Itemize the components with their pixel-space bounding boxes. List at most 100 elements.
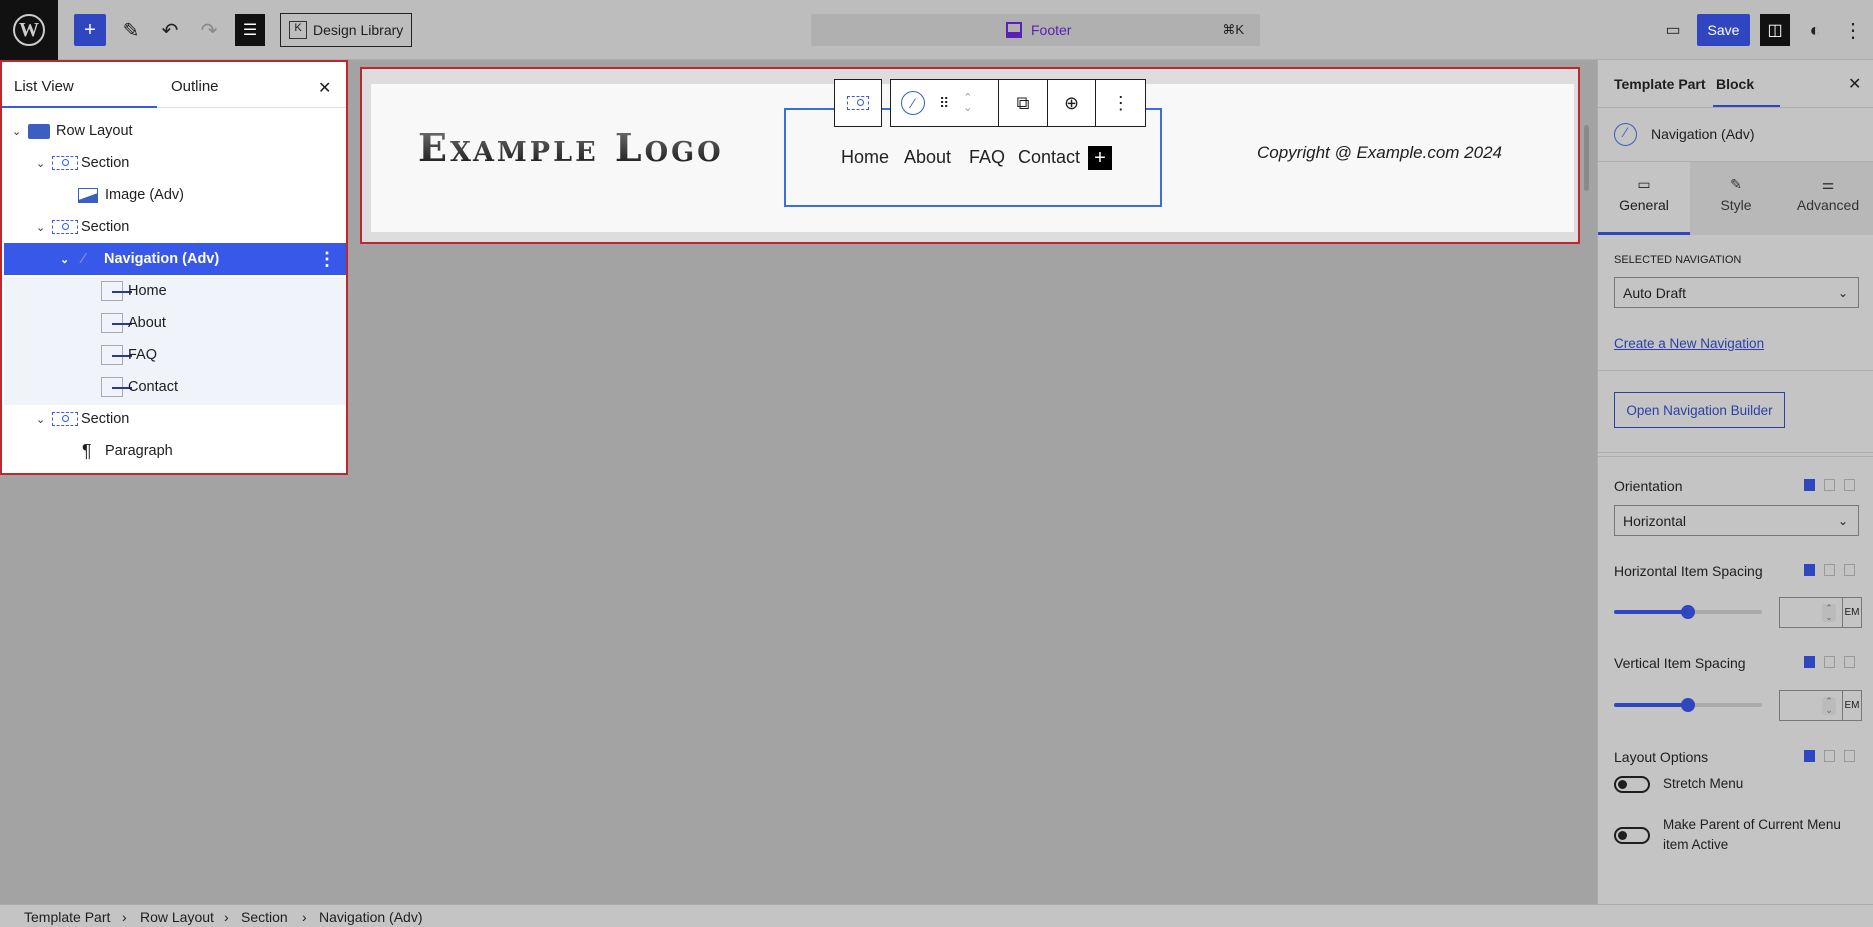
- command-bar[interactable]: Footer ⌘K: [811, 14, 1260, 46]
- tablet-icon[interactable]: [1824, 564, 1835, 576]
- tablet-icon[interactable]: [1824, 750, 1835, 762]
- list-item-section[interactable]: ⌄ Section: [4, 403, 346, 435]
- tablet-icon[interactable]: [1824, 479, 1835, 491]
- chevron-down-icon: ⌄: [1837, 513, 1848, 528]
- orientation-label: Orientation: [1614, 478, 1683, 494]
- undo-icon[interactable]: ↶: [157, 14, 183, 46]
- more-options-button[interactable]: ⋮: [1096, 80, 1145, 126]
- make-parent-label: Make Parent of Current Menu: [1663, 817, 1841, 832]
- list-item-section[interactable]: ⌄ Section: [4, 147, 346, 179]
- open-navigation-builder-button[interactable]: Open Navigation Builder: [1614, 392, 1785, 428]
- stretch-menu-toggle[interactable]: [1614, 776, 1650, 793]
- nav-item-contact[interactable]: Contact: [1018, 147, 1080, 168]
- desktop-icon[interactable]: [1804, 750, 1815, 762]
- selected-navigation-label: SELECTED NAVIGATION: [1614, 254, 1742, 266]
- block-inspector: Template Part Block ✕ ⁄ Navigation (Adv)…: [1597, 60, 1873, 904]
- vertical-spacing-unit[interactable]: EM: [1843, 690, 1862, 721]
- nav-item-home[interactable]: Home: [841, 147, 889, 168]
- options-menu-icon[interactable]: ⋮: [1842, 14, 1864, 46]
- copyright-text[interactable]: Copyright @ Example.com 2024: [1257, 143, 1502, 163]
- stepper-icon[interactable]: ⌃ ⌄: [1822, 697, 1836, 715]
- vertical-spacing-input[interactable]: ⌃ ⌄: [1779, 690, 1843, 721]
- tab-template-part[interactable]: Template Part: [1614, 76, 1706, 92]
- section-icon: [52, 220, 78, 234]
- sliders-icon: ⚌: [1821, 176, 1835, 192]
- vertical-spacing-slider[interactable]: [1614, 698, 1762, 712]
- add-nav-item-button[interactable]: +: [1088, 146, 1112, 170]
- subtab-style[interactable]: ✎ Style: [1690, 162, 1782, 235]
- brush-icon: ✎: [1730, 176, 1742, 192]
- breadcrumb-section[interactable]: Section: [241, 909, 288, 925]
- tablet-icon[interactable]: [1824, 656, 1835, 668]
- stepper-icon[interactable]: ⌃ ⌄: [1822, 604, 1836, 622]
- select-parent-section-button[interactable]: [835, 80, 881, 126]
- breadcrumb-navigation[interactable]: Navigation (Adv): [319, 909, 423, 925]
- list-item-faq[interactable]: FAQ: [4, 339, 346, 371]
- settings-sidebar-toggle[interactable]: ◫: [1760, 14, 1790, 46]
- desktop-icon[interactable]: [1804, 479, 1815, 491]
- list-item-contact[interactable]: Contact: [4, 371, 346, 403]
- wordpress-logo-button[interactable]: W: [0, 0, 58, 60]
- design-library-icon: K: [289, 21, 307, 39]
- template-part-icon: [1006, 22, 1022, 38]
- list-item-image[interactable]: Image (Adv): [4, 179, 346, 211]
- nav-item-faq[interactable]: FAQ: [969, 147, 1005, 168]
- tab-list-view[interactable]: List View: [14, 78, 74, 95]
- preview-laptop-icon[interactable]: ▭: [1660, 14, 1686, 46]
- move-up-down-icon[interactable]: ⌃ ⌄: [963, 93, 972, 114]
- device-switcher[interactable]: [1804, 564, 1855, 576]
- horizontal-spacing-unit[interactable]: EM: [1843, 597, 1862, 628]
- horizontal-spacing-slider[interactable]: [1614, 605, 1762, 619]
- desktop-icon[interactable]: [1804, 564, 1815, 576]
- navigation-icon: ⁄: [82, 251, 85, 267]
- canvas-scrollbar[interactable]: [1584, 125, 1589, 191]
- layout-options-label: Layout Options: [1614, 749, 1709, 765]
- create-navigation-link[interactable]: Create a New Navigation: [1614, 336, 1764, 351]
- close-icon[interactable]: ✕: [1848, 74, 1861, 94]
- tab-block[interactable]: Block: [1716, 76, 1754, 92]
- mobile-icon[interactable]: [1844, 479, 1855, 491]
- nav-link-icon: [101, 281, 132, 301]
- list-item-navigation-selected[interactable]: ⌄ ⁄ Navigation (Adv) ⋮: [4, 243, 346, 275]
- list-item-home[interactable]: Home: [4, 275, 346, 307]
- list-item-paragraph[interactable]: ¶ Paragraph: [4, 435, 346, 467]
- horizontal-spacing-input[interactable]: ⌃ ⌄: [1779, 597, 1843, 628]
- design-library-button[interactable]: K Design Library: [280, 13, 412, 47]
- list-item-section[interactable]: ⌄ Section: [4, 211, 346, 243]
- example-logo-image[interactable]: Example Logo: [418, 125, 724, 170]
- block-options-icon[interactable]: ⋮: [318, 249, 336, 270]
- block-type-button[interactable]: ⁄ ⠿ ⌃ ⌄: [891, 80, 1000, 126]
- styles-contrast-icon[interactable]: ◐: [1802, 14, 1828, 46]
- subtab-advanced[interactable]: ⚌ Advanced: [1782, 162, 1873, 235]
- nav-link-icon: [101, 313, 132, 333]
- make-parent-active-toggle[interactable]: [1614, 827, 1650, 844]
- selected-navigation-select[interactable]: Auto Draft ⌄: [1614, 277, 1859, 308]
- orientation-select[interactable]: Horizontal ⌄: [1614, 505, 1859, 536]
- pencil-icon[interactable]: ✎: [118, 14, 144, 46]
- breadcrumb-template-part[interactable]: Template Part: [24, 909, 110, 925]
- plus-circle-icon: ⊕: [1064, 92, 1080, 113]
- edit-navigation-button[interactable]: ⧉: [999, 80, 1048, 126]
- list-item-about[interactable]: About: [4, 307, 346, 339]
- close-icon[interactable]: ✕: [318, 78, 331, 98]
- desktop-icon[interactable]: [1804, 656, 1815, 668]
- device-switcher[interactable]: [1804, 750, 1855, 762]
- list-view-button[interactable]: ☰: [235, 14, 265, 46]
- navigation-compass-icon: ⁄: [1614, 123, 1637, 146]
- add-block-button[interactable]: +: [74, 14, 106, 46]
- breadcrumb-row-layout[interactable]: Row Layout: [140, 909, 214, 925]
- mobile-icon[interactable]: [1844, 656, 1855, 668]
- nav-item-about[interactable]: About: [904, 147, 951, 168]
- subtab-general[interactable]: ▭ General: [1598, 162, 1690, 235]
- insert-button[interactable]: ⊕: [1048, 80, 1097, 126]
- device-switcher[interactable]: [1804, 656, 1855, 668]
- mobile-icon[interactable]: [1844, 564, 1855, 576]
- redo-icon[interactable]: ↷: [196, 14, 222, 46]
- drag-handle-icon[interactable]: ⠿: [939, 95, 949, 112]
- save-button[interactable]: Save: [1697, 14, 1750, 46]
- tab-outline[interactable]: Outline: [171, 78, 219, 95]
- parent-select-toolbar: [834, 79, 882, 127]
- list-item-row-layout[interactable]: ⌄ Row Layout: [4, 115, 346, 147]
- device-switcher[interactable]: [1804, 479, 1855, 491]
- mobile-icon[interactable]: [1844, 750, 1855, 762]
